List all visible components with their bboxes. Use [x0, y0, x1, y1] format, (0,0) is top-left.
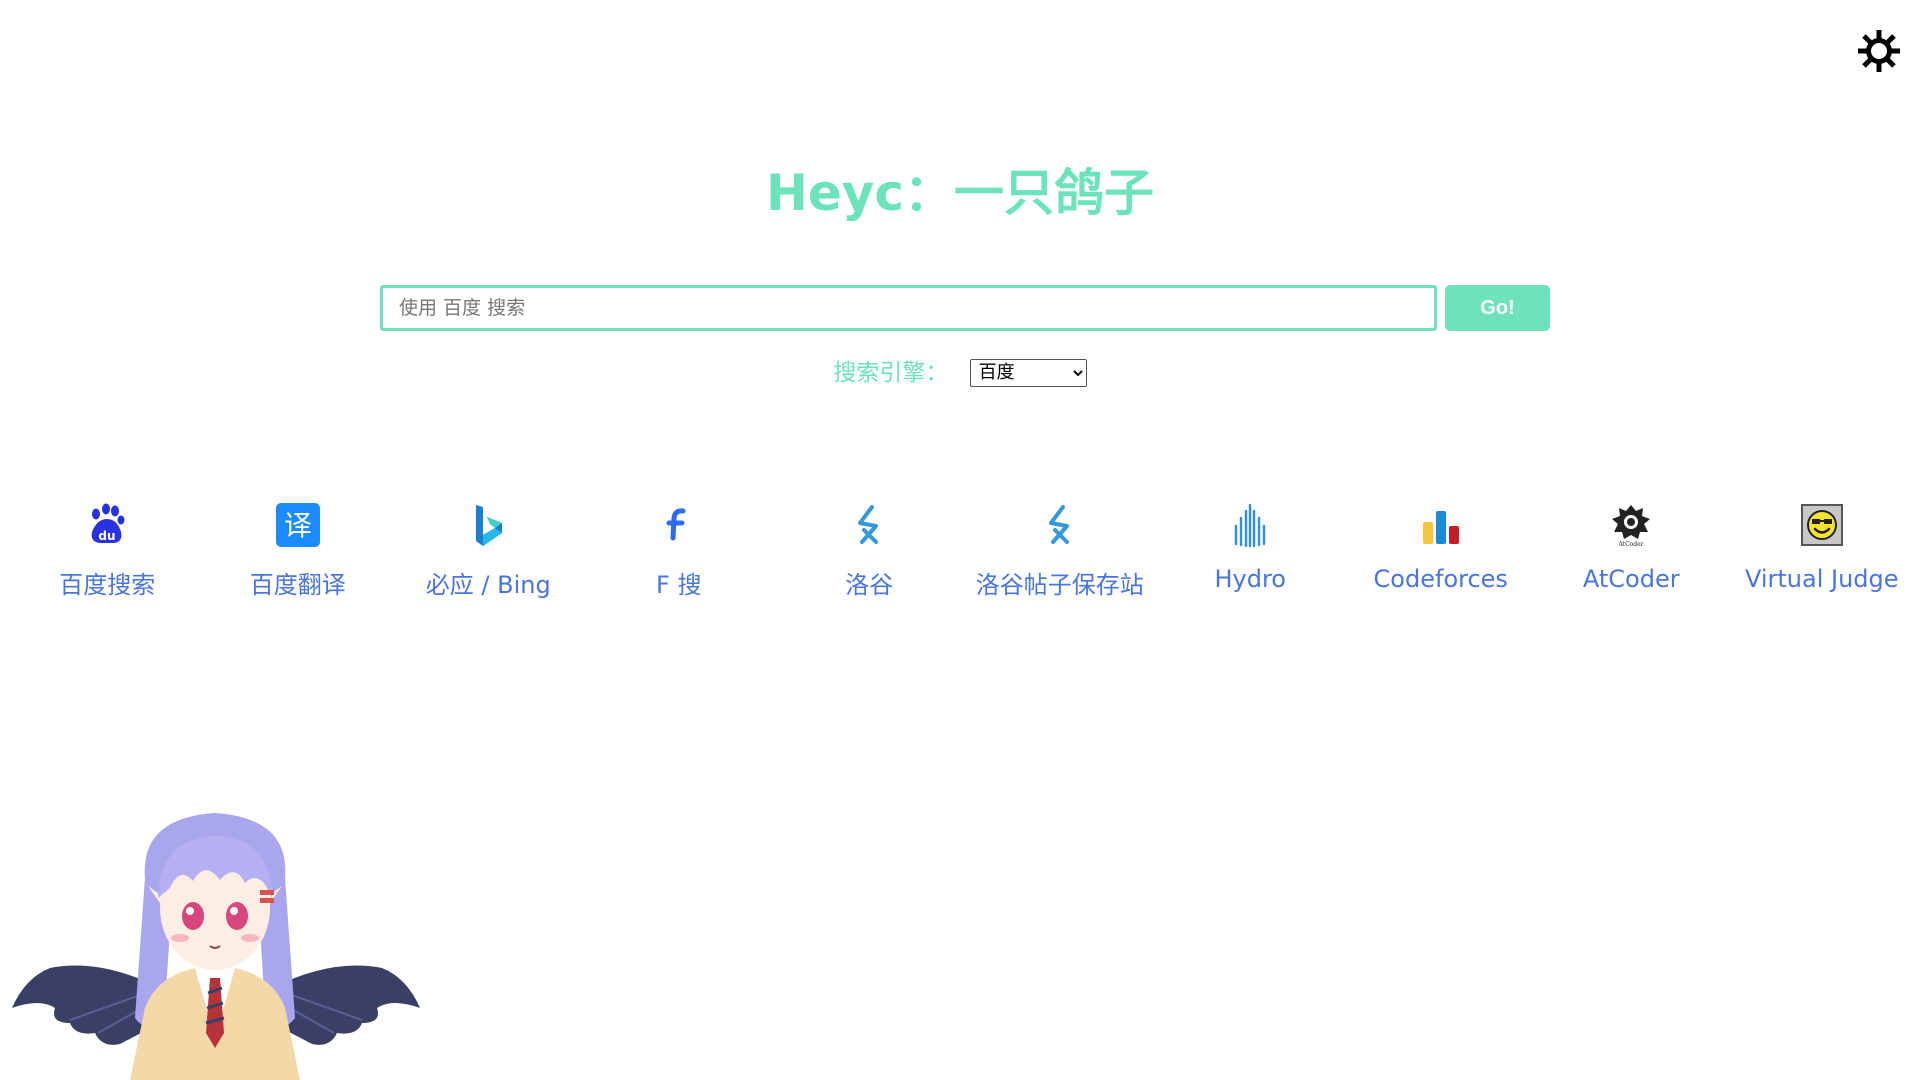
link-label: 洛谷帖子保存站	[975, 571, 1144, 599]
link-luogu[interactable]: 洛谷	[774, 498, 965, 618]
vjudge-icon	[1800, 504, 1843, 546]
engine-select[interactable]: 百度	[969, 358, 1087, 387]
link-f-search[interactable]: F 搜	[584, 498, 775, 618]
svg-text:译: 译	[284, 509, 312, 542]
link-baidu-translate[interactable]: 译 百度翻译	[203, 498, 394, 618]
link-label: Virtual Judge	[1744, 565, 1899, 593]
settings-gear-icon[interactable]	[1856, 28, 1902, 74]
link-label: 必应 / Bing	[425, 571, 551, 599]
engine-label: 搜索引擎：	[833, 359, 949, 386]
link-atcoder[interactable]: AtCoder AtCoder	[1536, 498, 1727, 618]
codeforces-icon	[1422, 511, 1459, 544]
link-bing[interactable]: 必应 / Bing	[393, 498, 584, 618]
link-label: AtCoder	[1582, 565, 1680, 593]
link-vjudge[interactable]: Virtual Judge	[1727, 498, 1918, 618]
search-input[interactable]	[380, 285, 1437, 331]
engine-selector-row: 搜索引擎： 百度	[0, 356, 1920, 388]
link-luogu-archive[interactable]: 洛谷帖子保存站	[965, 498, 1156, 618]
link-label: F 搜	[656, 571, 702, 599]
link-label: 百度搜索	[59, 571, 156, 599]
svg-text:du: du	[99, 529, 116, 543]
f-search-icon	[666, 508, 686, 541]
translate-icon: 译	[275, 503, 320, 547]
baidu-paw-icon: du	[91, 503, 125, 543]
link-label: Codeforces	[1373, 565, 1508, 593]
hydro-icon	[1235, 503, 1266, 548]
bing-icon	[476, 505, 503, 546]
atcoder-icon: AtCoder	[1612, 505, 1651, 548]
page-title: Heyc：一只鸽子	[766, 164, 1154, 222]
svg-text:AtCoder: AtCoder	[1618, 541, 1644, 548]
link-label: 洛谷	[845, 571, 894, 599]
search-bar: Go!	[380, 285, 1550, 331]
link-label: Hydro	[1214, 565, 1286, 593]
link-label: 百度翻译	[249, 571, 346, 599]
go-button[interactable]: Go!	[1445, 285, 1550, 331]
link-baidu-search[interactable]: du 百度搜索	[12, 498, 203, 618]
link-codeforces[interactable]: Codeforces	[1346, 498, 1537, 618]
mascot-illustration	[12, 813, 420, 1080]
luogu-icon	[858, 505, 879, 544]
luogu-icon	[1048, 505, 1069, 544]
link-hydro[interactable]: Hydro	[1155, 498, 1346, 618]
quick-links: du 百度搜索 译 百度翻译 必应 / Bing F 搜 洛谷 洛谷帖子保存站 …	[12, 498, 1917, 618]
